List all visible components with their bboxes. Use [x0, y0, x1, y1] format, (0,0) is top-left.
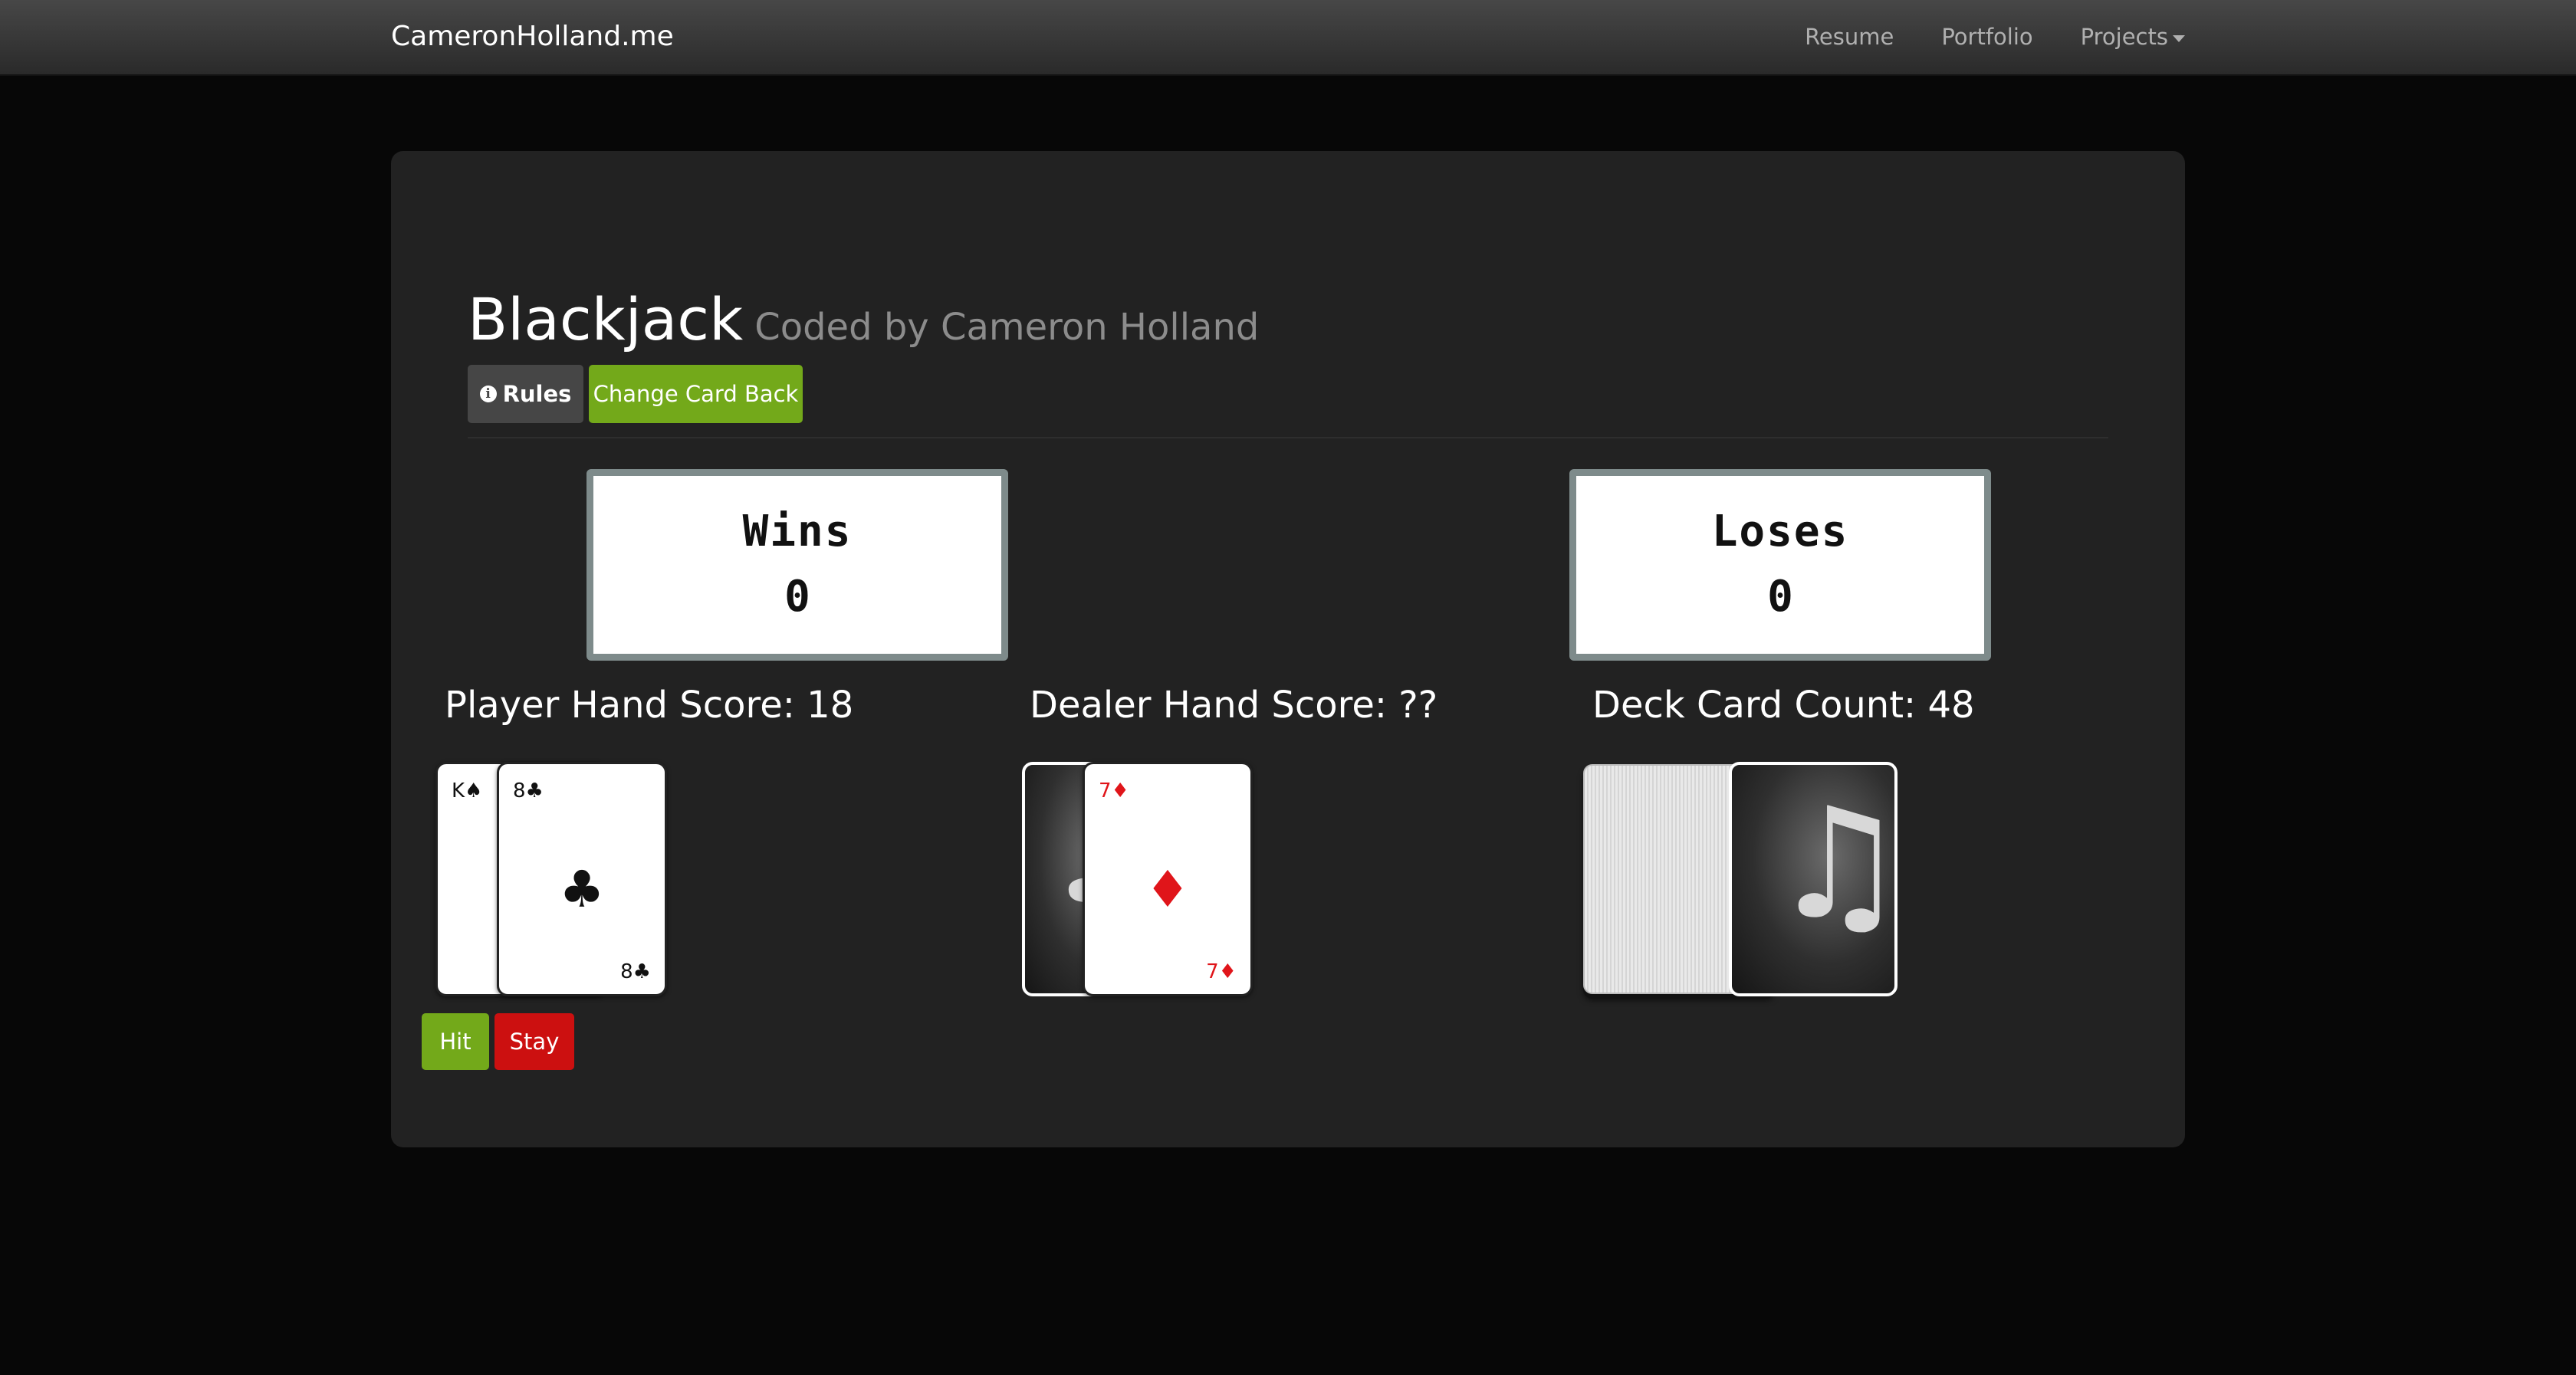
nav-link-portfolio[interactable]: Portfolio: [1941, 0, 2032, 74]
game-panel: Blackjack Coded by Cameron Holland i Rul…: [391, 151, 2185, 1147]
rules-button-label: Rules: [502, 381, 572, 407]
loses-label: Loses: [1711, 507, 1849, 556]
wins-box: Wins 0: [586, 469, 1008, 661]
hit-button[interactable]: Hit: [422, 1013, 489, 1070]
card-corner-top: K♠: [452, 779, 483, 802]
page-subtitle: Coded by Cameron Holland: [754, 306, 1260, 349]
deck-card-count: Deck Card Count: 48: [1592, 684, 1975, 727]
wins-count: 0: [784, 572, 810, 622]
top-navbar: CameronHolland.me Resume Portfolio Proje…: [0, 0, 2576, 76]
music-note-icon: ♫: [1770, 775, 1898, 953]
divider: [468, 437, 2108, 438]
player-hand-score: Player Hand Score: 18: [445, 684, 854, 727]
loses-count: 0: [1767, 572, 1793, 622]
info-icon: i: [479, 386, 497, 402]
loses-box: Loses 0: [1569, 469, 1991, 661]
page-title-row: Blackjack Coded by Cameron Holland: [468, 285, 1259, 353]
dealer-hand-score: Dealer Hand Score: ??: [1030, 684, 1438, 727]
nav-dropdown-projects-label: Projects: [2080, 24, 2168, 50]
nav-links: Resume Portfolio Projects: [1805, 0, 2185, 74]
card-corner-bottom: 7♦: [1206, 960, 1237, 983]
player-card-2: 8♣ ♣ 8♣: [497, 762, 667, 996]
club-suit-icon: ♣: [559, 860, 605, 919]
caret-down-icon: [2173, 34, 2185, 42]
deck-top-card-back[interactable]: ♫: [1729, 762, 1898, 996]
site-brand-link[interactable]: CameronHolland.me: [391, 0, 674, 74]
nav-link-resume[interactable]: Resume: [1805, 0, 1894, 74]
dealer-card-2: 7♦ ♦ 7♦: [1083, 762, 1253, 996]
card-corner-top: 7♦: [1099, 779, 1129, 802]
nav-dropdown-projects[interactable]: Projects: [2081, 0, 2185, 74]
card-corner-top: 8♣: [513, 779, 544, 802]
change-card-back-button[interactable]: Change Card Back: [589, 365, 803, 423]
rules-button[interactable]: i Rules: [468, 365, 583, 423]
card-corner-bottom: 8♣: [620, 960, 651, 983]
diamond-suit-icon: ♦: [1145, 860, 1191, 919]
stay-button[interactable]: Stay: [495, 1013, 574, 1070]
page-title: Blackjack: [468, 285, 744, 353]
wins-label: Wins: [742, 507, 853, 556]
